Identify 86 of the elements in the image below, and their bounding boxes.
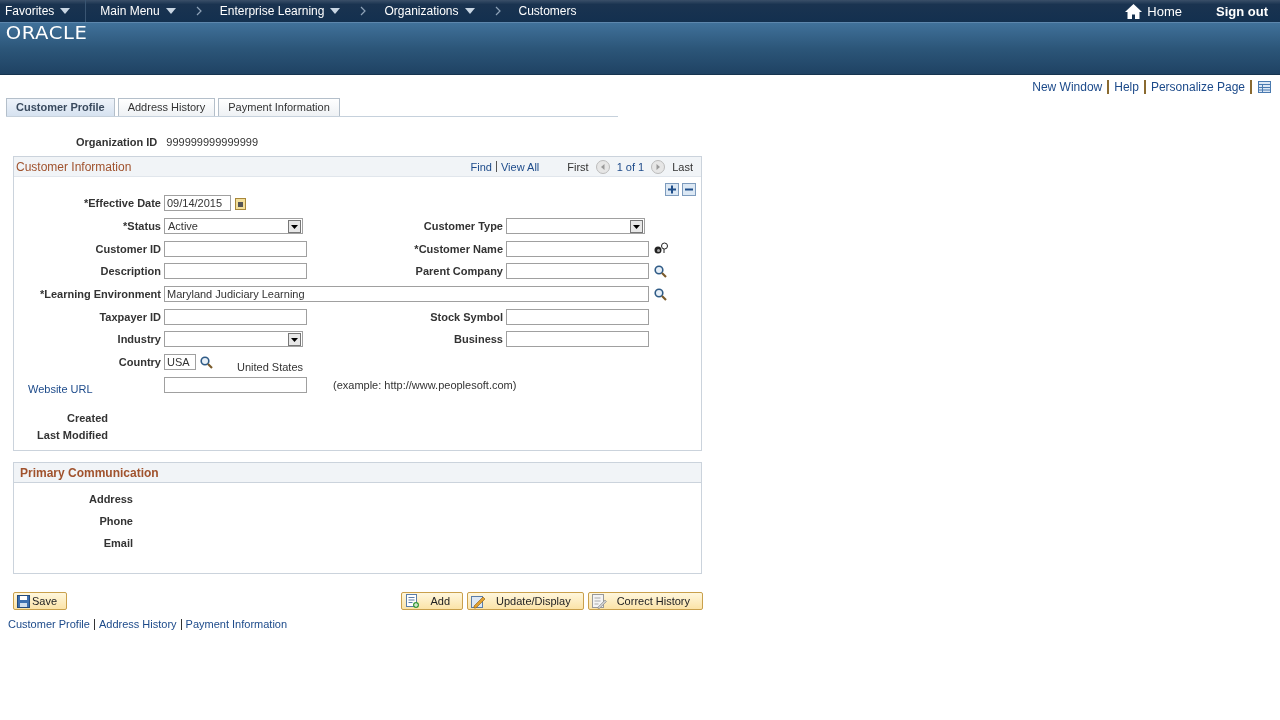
caret-icon bbox=[330, 8, 341, 14]
field-label: Email bbox=[103, 537, 133, 549]
field-label: *Customer Name bbox=[413, 242, 503, 255]
input-field[interactable] bbox=[164, 376, 307, 393]
field-value: United States bbox=[237, 360, 304, 373]
sign-out-link[interactable]: Sign out bbox=[1216, 3, 1268, 19]
field-label: Customer ID bbox=[94, 242, 161, 255]
action-button[interactable]: Correct History bbox=[587, 592, 703, 610]
input-field[interactable] bbox=[506, 240, 649, 257]
field-label: Industry bbox=[116, 333, 161, 346]
action-button[interactable]: Add bbox=[401, 592, 464, 610]
dropdown-field[interactable] bbox=[506, 218, 645, 235]
tab[interactable]: Payment Information bbox=[218, 98, 340, 116]
page-count: 1 of 1 bbox=[616, 160, 645, 173]
pencil-document-icon bbox=[471, 593, 487, 609]
input-field[interactable]: 09/14/2015 bbox=[164, 195, 231, 212]
nav-menu[interactable]: Main Menu bbox=[92, 0, 188, 22]
action-button[interactable]: Update/Display bbox=[467, 592, 584, 610]
field-label: *Effective Date bbox=[82, 197, 161, 210]
nav-menu[interactable]: Enterprise Learning bbox=[211, 0, 353, 22]
grid-icon[interactable] bbox=[1258, 81, 1271, 93]
find-link[interactable]: Find bbox=[470, 160, 492, 173]
field-label: *Status bbox=[122, 220, 161, 233]
calendar-icon[interactable] bbox=[235, 196, 246, 210]
home-icon[interactable] bbox=[1125, 3, 1143, 19]
page-link[interactable]: Payment Information bbox=[185, 618, 288, 630]
tab[interactable]: Customer Profile bbox=[6, 98, 115, 116]
field-label: Country bbox=[117, 356, 161, 369]
next-icon[interactable] bbox=[651, 159, 666, 174]
input-field[interactable]: Maryland Judiciary Learning bbox=[164, 286, 649, 303]
last-label: Last bbox=[672, 160, 693, 173]
caret-icon bbox=[464, 8, 475, 14]
search-icon[interactable] bbox=[654, 264, 667, 278]
page-link[interactable]: Personalize Page bbox=[1145, 80, 1250, 94]
tab[interactable]: Address History bbox=[117, 98, 216, 116]
view-all-link[interactable]: View All bbox=[500, 160, 540, 173]
page-link[interactable]: Address History bbox=[98, 618, 177, 630]
prompt-icon[interactable] bbox=[654, 241, 669, 256]
search-icon[interactable] bbox=[200, 355, 213, 369]
caret-icon bbox=[60, 8, 71, 14]
section-title: Primary Communication bbox=[19, 465, 159, 480]
hint-text: (example: http://www.peoplesoft.com) bbox=[333, 378, 517, 391]
field-label: Organization ID bbox=[76, 136, 158, 148]
dropdown-field[interactable]: Active bbox=[164, 218, 303, 235]
first-label: First bbox=[567, 160, 589, 173]
page-link[interactable]: Help bbox=[1109, 80, 1144, 94]
input-field[interactable]: USA bbox=[164, 354, 196, 371]
input-field[interactable] bbox=[164, 263, 307, 280]
input-field[interactable] bbox=[164, 240, 307, 257]
chevron-icon bbox=[360, 6, 367, 16]
field-label: Last Modified bbox=[37, 429, 108, 442]
field-label: Address bbox=[88, 493, 133, 505]
field-label: Description bbox=[99, 265, 161, 278]
field-label: Phone bbox=[99, 515, 133, 527]
field-label: Stock Symbol bbox=[429, 310, 503, 323]
chevron-icon bbox=[195, 6, 202, 16]
edit-document-icon bbox=[591, 593, 607, 609]
dropdown-field[interactable] bbox=[164, 331, 303, 348]
input-field[interactable] bbox=[506, 331, 649, 348]
home-link[interactable]: Home bbox=[1125, 3, 1182, 19]
field-label: Parent Company bbox=[414, 265, 503, 278]
field-label: Taxpayer ID bbox=[98, 310, 161, 323]
previous-icon[interactable] bbox=[595, 159, 610, 174]
input-field[interactable] bbox=[506, 308, 649, 325]
field-label: Created bbox=[67, 412, 108, 425]
nav-menu[interactable]: Organizations bbox=[376, 0, 487, 22]
nav-menu[interactable]: Favorites bbox=[0, 0, 87, 22]
logo: ORACLE bbox=[4, 24, 88, 42]
website-url-link[interactable]: Website URL bbox=[14, 382, 161, 395]
remove-row-icon[interactable] bbox=[682, 183, 696, 196]
caret-icon bbox=[165, 8, 176, 14]
page-link[interactable]: Customer Profile bbox=[8, 618, 90, 630]
search-icon[interactable] bbox=[654, 287, 667, 301]
input-field[interactable] bbox=[506, 263, 649, 280]
field-value: 999999999999999 bbox=[166, 136, 259, 148]
field-label: Customer Type bbox=[422, 220, 503, 233]
field-label: Business bbox=[453, 333, 503, 346]
add-document-icon[interactable] bbox=[405, 593, 421, 609]
page-link[interactable]: New Window bbox=[1027, 80, 1108, 94]
add-row-icon[interactable] bbox=[665, 183, 679, 196]
section-title: Customer Information bbox=[16, 159, 132, 174]
breadcrumb-link[interactable]: Customers bbox=[510, 0, 589, 22]
field-label: *Learning Environment bbox=[38, 288, 161, 301]
save-button[interactable]: Save bbox=[13, 592, 68, 610]
chevron-icon bbox=[494, 6, 501, 16]
input-field[interactable] bbox=[164, 308, 307, 325]
